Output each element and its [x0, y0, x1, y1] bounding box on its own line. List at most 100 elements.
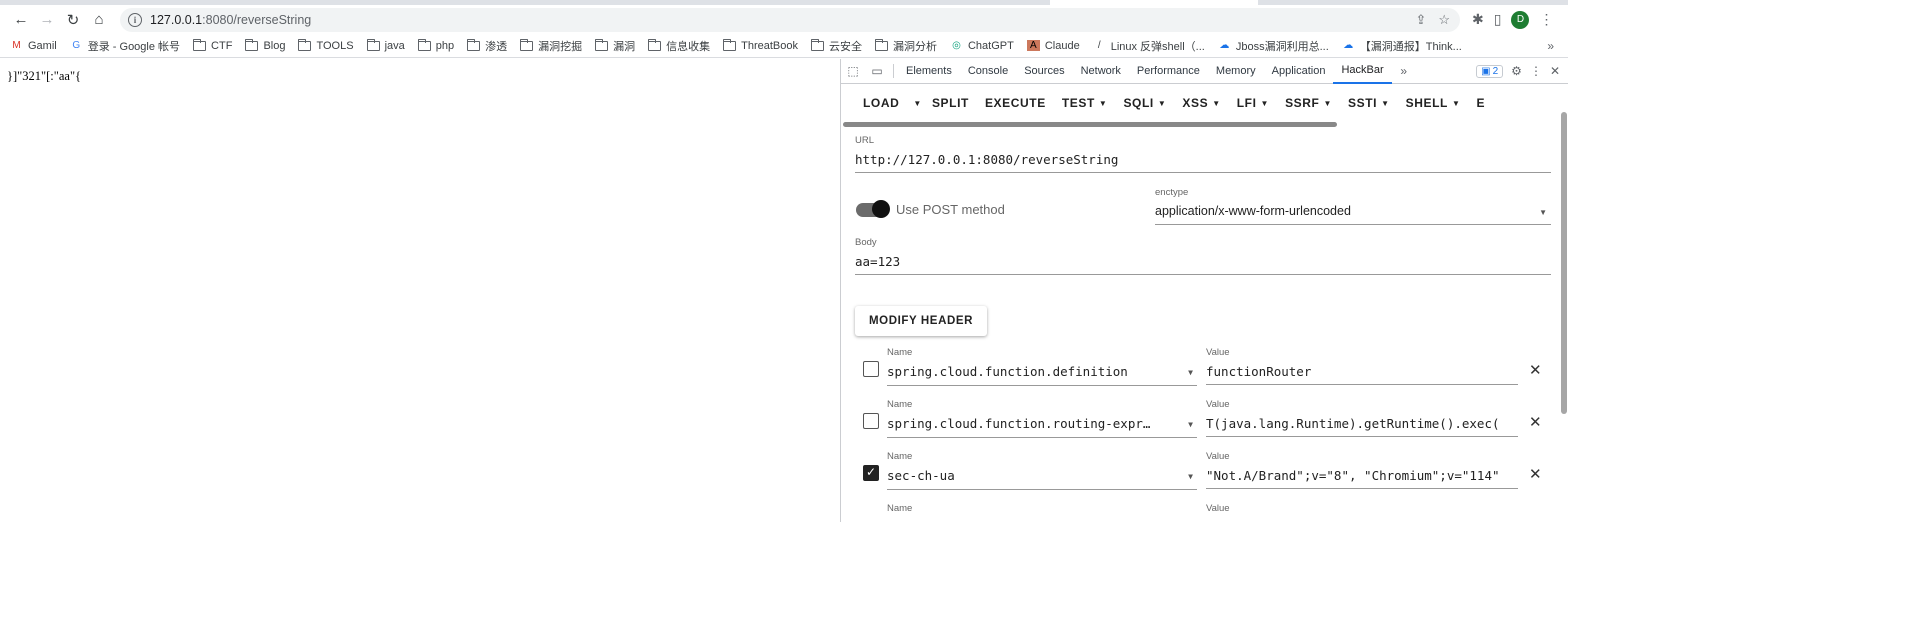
enctype-value: application/x-www-form-urlencoded [1155, 204, 1351, 218]
bookmark-item[interactable]: 云安全 [810, 38, 862, 54]
menu-kebab-icon[interactable]: ⋮ [1539, 11, 1553, 28]
folder-icon [245, 38, 259, 51]
reload-button[interactable]: ↻ [60, 7, 86, 33]
bookmark-item[interactable]: java [366, 38, 405, 52]
inspect-element-icon[interactable]: ⬚ [841, 64, 865, 78]
forward-button[interactable]: → [34, 7, 60, 33]
extensions-puzzle-icon[interactable]: ✱ [1472, 11, 1484, 28]
close-icon[interactable]: ✕ [1550, 64, 1560, 78]
header-value-input[interactable]: "Not.A/Brand";v="8", "Chromium";v="114" [1206, 468, 1518, 489]
hackbar-split-button[interactable]: SPLIT [924, 88, 977, 118]
tab-hackbar[interactable]: HackBar [1333, 59, 1392, 84]
hackbar-e-button[interactable]: E [1468, 88, 1493, 118]
hackbar-execute-button[interactable]: EXECUTE [977, 88, 1054, 118]
share-icon[interactable]: ⇪ [1415, 12, 1426, 28]
bookmark-item[interactable]: ☁ 【漏洞通报】Think... [1342, 38, 1462, 54]
tab-sources[interactable]: Sources [1016, 59, 1072, 84]
folder-icon [810, 38, 824, 51]
scrollbar-thumb[interactable] [1561, 112, 1567, 414]
device-toolbar-icon[interactable]: ▭ [865, 64, 889, 78]
bookmark-item[interactable]: CTF [193, 38, 232, 52]
header-value-input[interactable]: T(java.lang.Runtime).getRuntime().exec( [1206, 416, 1518, 437]
tab-elements[interactable]: Elements [898, 59, 960, 84]
back-button[interactable]: ← [8, 7, 34, 33]
bookmark-item[interactable]: / Linux 反弹shell（... [1093, 38, 1205, 54]
more-tabs-icon[interactable]: » [1392, 64, 1416, 78]
side-panel-icon[interactable]: ▯ [1494, 11, 1502, 28]
header-row: Name spring.cloud.function.definition ▼ Val… [841, 347, 1561, 399]
bookmark-item[interactable]: Blog [245, 38, 285, 52]
post-method-toggle[interactable] [856, 200, 890, 218]
hackbar-load-button[interactable]: LOAD [855, 88, 907, 118]
enctype-field: enctype application/x-www-form-urlencode… [1155, 187, 1551, 225]
bookmark-item[interactable]: ◎ ChatGPT [950, 40, 1014, 52]
header-enable-checkbox[interactable]: ✓ [863, 465, 879, 481]
hackbar-lfi-button[interactable]: LFI ▼ [1229, 88, 1277, 118]
issues-badge[interactable]: ▣ 2 [1476, 64, 1504, 78]
chat-icon: ▣ [1481, 65, 1491, 77]
caret-down-icon: ▼ [1381, 98, 1390, 108]
bookmark-item[interactable]: M Gamil [10, 40, 56, 52]
tab-console[interactable]: Console [960, 59, 1016, 84]
home-button[interactable]: ⌂ [86, 7, 112, 33]
devtools-menu-icon[interactable]: ⋮ [1530, 64, 1542, 78]
bookmark-item[interactable]: 漏洞分析 [874, 38, 937, 54]
header-name-field: Name [887, 503, 1197, 514]
hackbar-load-options-button[interactable]: ▼ [907, 88, 924, 118]
hackbar-ssrf-button[interactable]: SSRF ▼ [1277, 88, 1340, 118]
header-name-select[interactable]: sec-ch-ua ▼ [887, 468, 1197, 490]
site-info-icon[interactable]: i [128, 12, 142, 27]
delete-header-icon[interactable]: ✕ [1529, 413, 1542, 431]
bookmark-item[interactable]: 漏洞 [595, 38, 635, 54]
hackbar-test-button[interactable]: TEST ▼ [1054, 88, 1116, 118]
delete-header-icon[interactable]: ✕ [1529, 465, 1542, 483]
bookmark-item[interactable]: ThreatBook [723, 38, 798, 52]
bookmark-item[interactable]: A Claude [1026, 40, 1080, 52]
modify-header-button[interactable]: MODIFY HEADER [855, 306, 988, 336]
url-input[interactable]: http://127.0.0.1:8080/reverseString [855, 152, 1551, 173]
bookmark-label: 云安全 [828, 40, 862, 53]
address-bar[interactable]: i 127.0.0.1:8080/reverseString ⇪ ☆ [120, 7, 1460, 32]
tab-network[interactable]: Network [1073, 59, 1129, 84]
bookmark-label: php [435, 39, 455, 52]
folder-icon [366, 38, 380, 51]
hackbar-button-label: SSTI [1348, 96, 1378, 110]
active-tab[interactable] [1050, 0, 1258, 5]
header-enable-checkbox[interactable] [863, 413, 879, 429]
settings-gear-icon[interactable]: ⚙ [1511, 64, 1522, 78]
bookmark-item[interactable]: 信息收集 [648, 38, 710, 54]
divider [893, 64, 894, 78]
body-input[interactable]: aa=123 [855, 254, 1551, 275]
bookmark-item[interactable]: php [417, 38, 455, 52]
bookmark-star-icon[interactable]: ☆ [1438, 12, 1450, 28]
hackbar-shell-button[interactable]: SHELL ▼ [1398, 88, 1469, 118]
header-name-select[interactable]: spring.cloud.function.definition ▼ [887, 364, 1197, 386]
folder-icon [520, 38, 534, 51]
hackbar-xss-button[interactable]: XSS ▼ [1174, 88, 1228, 118]
hackbar-ssti-button[interactable]: SSTI ▼ [1340, 88, 1398, 118]
header-name-select[interactable]: spring.cloud.function.routing-expr… ▼ [887, 416, 1197, 438]
header-value-input[interactable]: functionRouter [1206, 364, 1518, 385]
header-enable-checkbox[interactable] [863, 361, 879, 377]
bookmark-label: ChatGPT [967, 39, 1014, 52]
enctype-select[interactable]: application/x-www-form-urlencoded ▼ [1155, 204, 1551, 225]
bookmark-item[interactable]: ☁ Jboss漏洞利用总... [1218, 38, 1328, 54]
bookmark-item[interactable]: 漏洞挖掘 [520, 38, 582, 54]
tab-application[interactable]: Application [1264, 59, 1334, 84]
caret-down-icon: ▼ [1451, 98, 1461, 108]
bookmark-label: 漏洞 [613, 40, 636, 53]
header-value-field: Value [1206, 503, 1518, 514]
avatar[interactable]: D [1511, 10, 1530, 29]
hackbar-sqli-button[interactable]: SQLI ▼ [1115, 88, 1174, 118]
bookmark-item[interactable]: G 登录 - Google 帐号 [70, 38, 180, 54]
bookmark-item[interactable]: TOOLS [298, 38, 354, 52]
header-name-field: Name spring.cloud.function.definition ▼ [887, 347, 1197, 386]
hackbar-button-label: TEST [1061, 96, 1095, 110]
horizontal-scrollbar[interactable] [843, 122, 1337, 127]
tab-memory[interactable]: Memory [1208, 59, 1264, 84]
bookmarks-overflow-button[interactable]: » [1547, 39, 1568, 53]
tab-performance[interactable]: Performance [1129, 59, 1208, 84]
vertical-scrollbar[interactable] [1560, 84, 1568, 414]
delete-header-icon[interactable]: ✕ [1529, 361, 1542, 379]
bookmark-item[interactable]: 渗透 [467, 38, 507, 54]
